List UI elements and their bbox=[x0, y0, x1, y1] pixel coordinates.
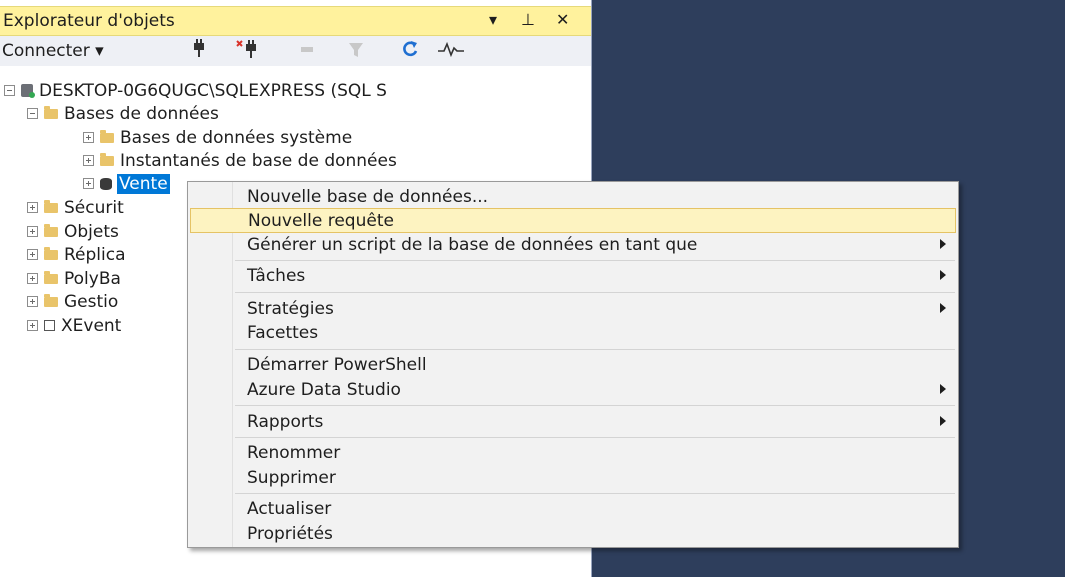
tree-node-databases[interactable]: Bases de données bbox=[27, 102, 219, 125]
databases-label: Bases de données bbox=[64, 103, 219, 124]
tree-node-xevent[interactable]: XEvent bbox=[27, 314, 121, 337]
menu-item-label: Rapports bbox=[247, 412, 324, 432]
folder-icon bbox=[44, 105, 58, 119]
menu-item-label: Renommer bbox=[247, 443, 341, 463]
menu-item-delete[interactable]: Supprimer bbox=[190, 466, 956, 491]
folder-icon bbox=[44, 223, 58, 237]
menu-separator bbox=[235, 260, 955, 261]
menu-item-label: Facettes bbox=[247, 323, 319, 343]
expand-icon[interactable] bbox=[83, 155, 94, 166]
menu-item-start-powershell[interactable]: Démarrer PowerShell bbox=[190, 353, 956, 378]
snapshots-label: Instantanés de base de données bbox=[120, 150, 397, 171]
connect-plug-icon[interactable] bbox=[192, 39, 206, 64]
tree-node-server[interactable]: DESKTOP-0G6QUGC\SQLEXPRESS (SQL S bbox=[4, 79, 387, 102]
tree-node-vente[interactable]: Vente bbox=[83, 172, 170, 195]
database-icon bbox=[100, 177, 112, 190]
menu-item-label: Démarrer PowerShell bbox=[247, 355, 427, 375]
menu-item-tasks[interactable]: Tâches bbox=[190, 264, 956, 289]
menu-item-label: Tâches bbox=[247, 266, 306, 286]
folder-icon bbox=[100, 152, 114, 166]
refresh-icon[interactable] bbox=[401, 39, 419, 64]
connect-button[interactable]: Connecter ▾ bbox=[2, 41, 104, 61]
menu-item-new-query[interactable]: Nouvelle requête bbox=[190, 208, 956, 233]
management-label: Gestio bbox=[64, 291, 119, 312]
submenu-arrow-icon bbox=[940, 239, 946, 249]
server-label: DESKTOP-0G6QUGC\SQLEXPRESS (SQL S bbox=[39, 80, 387, 101]
pin-icon[interactable]: ⊥ bbox=[521, 10, 535, 29]
explorer-toolbar: Connecter ▾ bbox=[0, 36, 591, 66]
tree-node-security[interactable]: Sécurit bbox=[27, 196, 124, 219]
menu-item-label: Actualiser bbox=[247, 499, 332, 519]
folder-icon bbox=[44, 199, 58, 213]
folder-icon bbox=[44, 293, 58, 307]
menu-item-label: Stratégies bbox=[247, 299, 334, 319]
submenu-arrow-icon bbox=[940, 384, 946, 394]
menu-item-label: Azure Data Studio bbox=[247, 380, 401, 400]
menu-item-label: Propriétés bbox=[247, 524, 333, 544]
menu-item-policies[interactable]: Stratégies bbox=[190, 297, 956, 322]
tree-node-management[interactable]: Gestio bbox=[27, 290, 118, 313]
system-databases-label: Bases de données système bbox=[120, 127, 353, 148]
folder-icon bbox=[100, 129, 114, 143]
xevent-icon bbox=[44, 320, 55, 331]
menu-separator bbox=[235, 493, 955, 494]
tree-node-snapshots[interactable]: Instantanés de base de données bbox=[83, 149, 397, 172]
vente-label: Vente bbox=[117, 173, 170, 194]
submenu-arrow-icon bbox=[940, 303, 946, 313]
menu-item-refresh[interactable]: Actualiser bbox=[190, 497, 956, 522]
panel-title-bar: Explorateur d'objets ▾ ⊥ ✕ bbox=[0, 6, 591, 36]
menu-item-reports[interactable]: Rapports bbox=[190, 410, 956, 435]
menu-item-rename[interactable]: Renommer bbox=[190, 441, 956, 466]
collapse-icon[interactable] bbox=[4, 85, 15, 96]
security-label: Sécurit bbox=[64, 197, 124, 218]
replication-label: Réplica bbox=[64, 244, 126, 265]
xevent-label: XEvent bbox=[61, 315, 122, 336]
collapse-icon[interactable] bbox=[27, 108, 38, 119]
expand-icon[interactable] bbox=[27, 296, 38, 307]
expand-icon[interactable] bbox=[27, 202, 38, 213]
folder-icon bbox=[44, 246, 58, 260]
objects-label: Objets bbox=[64, 221, 119, 242]
tree-node-objects[interactable]: Objets bbox=[27, 220, 119, 243]
expand-icon[interactable] bbox=[83, 178, 94, 189]
menu-item-properties[interactable]: Propriétés bbox=[190, 522, 956, 547]
menu-separator bbox=[235, 405, 955, 406]
tree-node-replication[interactable]: Réplica bbox=[27, 243, 126, 266]
context-menu: Nouvelle base de données... Nouvelle req… bbox=[187, 181, 959, 548]
tree-node-system-databases[interactable]: Bases de données système bbox=[83, 126, 352, 149]
folder-icon bbox=[44, 270, 58, 284]
menu-item-label: Nouvelle base de données... bbox=[247, 187, 489, 207]
stop-icon bbox=[300, 39, 314, 64]
menu-item-generate-script[interactable]: Générer un script de la base de données … bbox=[190, 233, 956, 258]
server-icon bbox=[21, 84, 35, 98]
menu-item-facets[interactable]: Facettes bbox=[190, 321, 956, 346]
expand-icon[interactable] bbox=[27, 249, 38, 260]
submenu-arrow-icon bbox=[940, 416, 946, 426]
menu-separator bbox=[235, 349, 955, 350]
menu-separator bbox=[235, 437, 955, 438]
tree-node-polybase[interactable]: PolyBa bbox=[27, 267, 121, 290]
disconnect-plug-icon[interactable] bbox=[236, 39, 260, 64]
menu-item-new-database[interactable]: Nouvelle base de données... bbox=[190, 185, 956, 210]
submenu-arrow-icon bbox=[940, 270, 946, 280]
filter-icon bbox=[348, 39, 364, 64]
menu-item-azure-data-studio[interactable]: Azure Data Studio bbox=[190, 378, 956, 403]
menu-item-label: Générer un script de la base de données … bbox=[247, 235, 698, 255]
dropdown-icon[interactable]: ▾ bbox=[489, 10, 497, 29]
close-icon[interactable]: ✕ bbox=[556, 10, 569, 29]
menu-separator bbox=[235, 292, 955, 293]
expand-icon[interactable] bbox=[83, 132, 94, 143]
polybase-label: PolyBa bbox=[64, 268, 121, 289]
expand-icon[interactable] bbox=[27, 273, 38, 284]
menu-item-label: Supprimer bbox=[247, 468, 336, 488]
expand-icon[interactable] bbox=[27, 320, 38, 331]
activity-monitor-icon[interactable] bbox=[437, 39, 465, 64]
expand-icon[interactable] bbox=[27, 226, 38, 237]
panel-title: Explorateur d'objets bbox=[3, 11, 175, 31]
menu-item-label: Nouvelle requête bbox=[248, 211, 394, 231]
